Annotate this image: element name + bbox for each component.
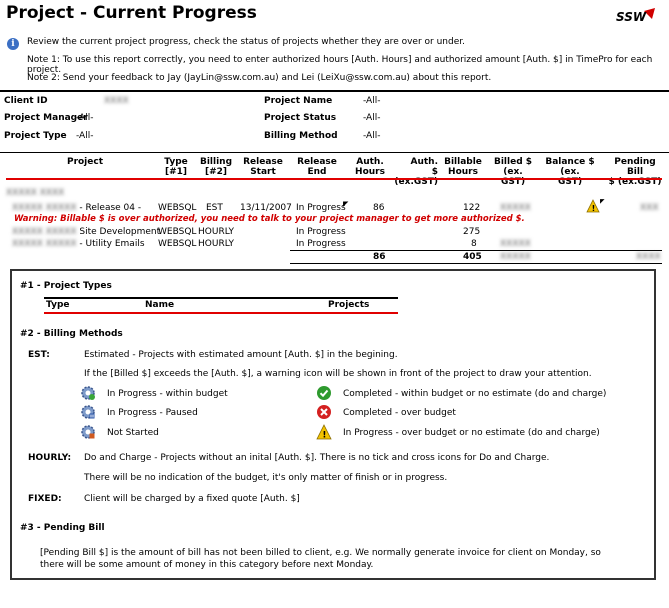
warning-icon: ! xyxy=(586,199,600,213)
col-balance: Balance $ (ex. GST) xyxy=(545,157,595,187)
billing-cell: EST xyxy=(206,203,223,213)
col-project: Project xyxy=(66,157,104,167)
legend-panel xyxy=(10,269,656,580)
project-status-value: -All- xyxy=(363,113,381,123)
start-cell: 13/11/2007 xyxy=(240,203,292,213)
type-cell: WEBSQL xyxy=(158,203,197,213)
warning-message: Warning: Billable $ is over authorized, … xyxy=(14,214,525,224)
billing-cell: HOURLY xyxy=(198,227,235,237)
client-name: XXXXX XXXX xyxy=(6,188,65,198)
pt-header-underline xyxy=(44,312,398,314)
client-id-value: XXXX xyxy=(104,96,129,106)
pending-bill-title: #3 - Pending Bill xyxy=(20,523,105,533)
project-types-title: #1 - Project Types xyxy=(20,281,112,291)
svg-text:!: ! xyxy=(592,204,596,213)
billable-cell: 275 xyxy=(463,227,481,237)
end-cell: In Progress xyxy=(296,239,346,249)
billing-methods-title: #2 - Billing Methods xyxy=(20,329,123,339)
pending-description-1: [Pending Bill $] is the amount of bill h… xyxy=(40,548,601,558)
pt-name-header: Name xyxy=(145,300,175,310)
project-name: - Release 04 - xyxy=(79,203,142,213)
icon-label: In Progress - over budget or no estimate… xyxy=(343,428,600,438)
col-release-end: Release End xyxy=(297,157,337,177)
total-auth-hours: 86 xyxy=(373,252,386,262)
icon-label: Completed - within budget or no estimate… xyxy=(343,389,607,399)
est-warning: If the [Billed $] exceeds the [Auth. $],… xyxy=(84,369,592,379)
icon-label: In Progress - Paused xyxy=(107,408,198,418)
billing-cell: HOURLY xyxy=(198,239,235,249)
pending-cell: XXX xyxy=(640,203,659,213)
project-type-label: Project Type xyxy=(4,131,67,141)
icon-label: In Progress - within budget xyxy=(107,389,228,399)
page-title: Project - Current Progress xyxy=(6,3,257,23)
col-billable-hours: Billable Hours xyxy=(444,157,482,177)
gear-paused-icon xyxy=(80,404,96,420)
pt-type-header: Type xyxy=(46,300,70,310)
note-2: Note 2: Send your feedback to Jay (JayLi… xyxy=(27,73,492,83)
type-cell: WEBSQL xyxy=(158,239,197,249)
svg-text:!: ! xyxy=(322,431,326,441)
project-manager-value: -All- xyxy=(76,113,94,123)
pending-description-2: there will be some amount of money in th… xyxy=(40,560,374,570)
project-name: - Utility Emails xyxy=(79,239,145,249)
billing-method-value: -All- xyxy=(363,131,381,141)
ssw-logo: SSW xyxy=(614,7,658,25)
pt-projects-header: Projects xyxy=(328,300,370,310)
col-billed: Billed $ (ex. GST) xyxy=(493,157,533,187)
col-type: Type [#1] xyxy=(164,157,188,177)
billing-method-label: Billing Method xyxy=(264,131,338,141)
icon-label: Not Started xyxy=(107,428,159,438)
col-release-start: Release Start xyxy=(243,157,283,177)
project-status-label: Project Status xyxy=(264,113,337,123)
comment-marker-icon: ◤ xyxy=(600,198,605,205)
header-underline xyxy=(6,178,662,180)
totals-divider xyxy=(290,250,662,251)
col-auth-hours: Auth. Hours xyxy=(355,157,385,177)
est-label: EST: xyxy=(28,350,50,360)
icon-label: Completed - over budget xyxy=(343,408,456,418)
end-cell: In Progress xyxy=(296,227,346,237)
total-billed: XXXXX xyxy=(500,252,531,262)
project-type-value: -All- xyxy=(76,131,94,141)
fixed-label: FIXED: xyxy=(28,494,62,504)
auth-hours-cell: 86 xyxy=(373,203,385,213)
billable-cell: 8 xyxy=(471,239,477,249)
col-pending: Pending Bill $ (ex.GST) xyxy=(608,157,662,187)
billable-cell: 122 xyxy=(463,203,481,213)
project-name-value: -All- xyxy=(363,96,381,106)
totals-underline xyxy=(290,263,662,264)
comment-marker-icon: ◤ xyxy=(343,200,349,208)
col-billing: Billing [#2] xyxy=(199,157,233,177)
hourly-label: HOURLY: xyxy=(28,453,72,463)
divider xyxy=(0,90,669,92)
fixed-description: Client will be charged by a fixed quote … xyxy=(84,494,300,504)
check-icon xyxy=(316,385,332,401)
total-billable: 405 xyxy=(463,252,482,262)
hourly-description: Do and Charge - Projects without an init… xyxy=(84,453,550,463)
hourly-description-2: There will be no indication of the budge… xyxy=(84,473,448,483)
type-cell: WEBSQL xyxy=(158,227,197,237)
cross-icon xyxy=(316,404,332,420)
total-pending: XXXX xyxy=(636,252,661,262)
est-description: Estimated - Projects with estimated amou… xyxy=(84,350,398,360)
intro-text: Review the current project progress, che… xyxy=(27,37,465,47)
info-icon: i xyxy=(7,38,19,50)
end-cell: In Progress xyxy=(296,203,346,213)
client-id-label: Client ID xyxy=(4,96,48,106)
divider xyxy=(44,297,398,299)
divider xyxy=(0,152,669,153)
billed-cell: XXXXX xyxy=(500,203,531,213)
billed-cell: XXXXX xyxy=(500,239,531,249)
project-name-label: Project Name xyxy=(264,96,333,106)
warning-icon: ! xyxy=(316,424,332,441)
gear-notstarted-icon xyxy=(80,424,96,440)
project-name: Site Development xyxy=(79,227,161,237)
gear-progress-icon xyxy=(80,385,96,401)
note-1: Note 1: To use this report correctly, yo… xyxy=(27,55,653,75)
svg-text:SSW: SSW xyxy=(616,10,647,24)
col-auth-amount: Auth. $ (ex.GST) xyxy=(394,157,438,187)
